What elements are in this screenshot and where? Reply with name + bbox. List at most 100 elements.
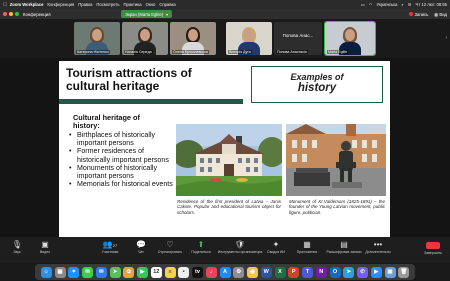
maps-icon[interactable]: ➤: [109, 266, 121, 278]
bullet-list: Birthplaces of historically important pe…: [67, 131, 179, 189]
app-menu[interactable]: Zoom Workplace: [10, 2, 44, 7]
more-icon: •••: [373, 240, 383, 249]
residence-photo: [176, 124, 282, 196]
more-button-label: Дополнительно: [365, 250, 391, 254]
appstore-icon[interactable]: A: [219, 266, 231, 278]
apps-button[interactable]: ▦ Приложения: [290, 240, 324, 254]
participant-face: [345, 29, 355, 41]
meeting-toolbar: 🎙 Звук ▣ Видео 👥27 Участники 💬 Чат ♡ Отр…: [0, 237, 450, 263]
menu-item-view[interactable]: Посмотреть: [96, 2, 119, 7]
monument-caption: Monument of Kr.Valdemars (1825-1891) – t…: [289, 199, 385, 215]
minimize-window-icon[interactable]: [9, 12, 13, 16]
recording-dot-icon: [409, 11, 414, 16]
appletv-icon[interactable]: tv: [192, 266, 203, 278]
participant-tile-active-speaker[interactable]: Marta Eglite: [324, 21, 376, 56]
reminders-icon[interactable]: •: [178, 266, 190, 278]
grid-icon: ▦: [434, 11, 439, 17]
fullscreen-window-icon[interactable]: [15, 12, 19, 16]
section-heading: Cultural heritage of history:: [73, 114, 140, 130]
search-icon[interactable]: ⌕: [401, 2, 403, 7]
apple-menu-icon[interactable]: : [3, 2, 7, 8]
outlook-icon[interactable]: O: [329, 266, 341, 278]
messages-icon[interactable]: ✉: [82, 266, 93, 278]
photos-icon[interactable]: ✿: [123, 266, 135, 278]
safari-icon[interactable]: ✦: [68, 266, 80, 278]
calendar-icon[interactable]: 12: [150, 266, 162, 278]
examples-label: Examples of: [290, 72, 344, 82]
participant-tile[interactable]: Вікторія Дуга: [226, 22, 272, 55]
host-tools-button[interactable]: 🛡 Инструменты организатора: [217, 240, 263, 254]
titlebar-right: Запись ▦ Вид: [409, 9, 447, 19]
close-window-icon[interactable]: [3, 12, 7, 16]
recording-indicator[interactable]: Запись: [409, 11, 428, 17]
launchpad-icon[interactable]: ▦: [54, 266, 66, 278]
participant-tile[interactable]: Катерина Нікітенко: [74, 22, 120, 55]
zoom-icon[interactable]: ▶: [370, 266, 382, 278]
more-button[interactable]: ••• Дополнительно: [360, 240, 396, 254]
video-icon: ▣: [41, 240, 49, 249]
gallery-next-icon[interactable]: ›: [445, 35, 447, 41]
powerpoint-icon[interactable]: P: [288, 266, 300, 278]
notes-icon[interactable]: ≡: [164, 266, 176, 278]
transcript-icon: ▤: [340, 240, 348, 249]
share-screen-button[interactable]: ⬆ Поделиться: [184, 240, 218, 254]
host-tools-icon: 🛡: [234, 240, 246, 249]
clock[interactable]: Чт 12 лют. 08:55: [416, 2, 447, 7]
end-call-icon: [426, 242, 440, 249]
end-meeting-button[interactable]: Завершить: [422, 241, 444, 257]
preview-icon[interactable]: ▣: [384, 266, 396, 278]
finder-icon[interactable]: ☺: [40, 266, 52, 278]
react-icon: ♡: [166, 240, 174, 249]
menu-item-help[interactable]: Справка: [159, 2, 175, 7]
participant-name: Наталія Середа: [124, 50, 153, 54]
dock-area: ☺ ▦ ✦ ✉ ✉ ➤ ✿ ▶ 12 ≡ • tv ♪ A ⚙ ◉ W X P T N O ➤ ✆ ▶ ▣ 🗑: [0, 263, 450, 281]
window-title: Конференция: [23, 11, 51, 17]
window-controls: [3, 12, 19, 16]
control-center-icon[interactable]: ☰: [408, 2, 412, 7]
participant-name: Катерина Нікітенко: [76, 50, 110, 54]
facetime-icon[interactable]: ▶: [137, 266, 148, 278]
menu-item-practice[interactable]: Практика: [124, 2, 142, 7]
dock: ☺ ▦ ✦ ✉ ✉ ➤ ✿ ▶ 12 ≡ • tv ♪ A ⚙ ◉ W X P T N O ➤ ✆ ▶ ▣ 🗑: [35, 264, 415, 280]
video-button[interactable]: ▣ Видео: [28, 240, 62, 254]
teams-icon[interactable]: T: [302, 266, 313, 278]
examples-topic: history: [297, 82, 337, 94]
participant-name: Олена Крохолевська: [172, 50, 209, 54]
menu-bar-status: ▭ ◠ Українська ⌕ ☰ Чт 12 лют. 08:55: [361, 0, 447, 9]
telegram-icon[interactable]: ➤: [343, 266, 355, 278]
trash-icon[interactable]: 🗑: [398, 266, 410, 278]
host-tools-button-label: Инструменты организатора: [217, 250, 263, 254]
mail-icon[interactable]: ✉: [95, 266, 107, 278]
transcript-button[interactable]: ▤ Расшифровка записи: [324, 240, 364, 254]
menu-item-edit[interactable]: Правка: [78, 2, 92, 7]
react-button[interactable]: ♡ Отреагировать: [153, 240, 187, 254]
ai-summary-button[interactable]: ✦ Сводка ИИ: [259, 240, 293, 254]
participants-button[interactable]: 👥27 Участники: [93, 240, 127, 254]
view-button[interactable]: ▦ Вид: [434, 12, 447, 17]
menu-item-conference[interactable]: Конференция: [47, 2, 74, 7]
word-icon[interactable]: W: [260, 266, 272, 278]
settings-icon[interactable]: ⚙: [233, 266, 245, 278]
react-button-label: Отреагировать: [157, 250, 183, 254]
viber-icon[interactable]: ✆: [357, 266, 368, 278]
bullet-item: Memorials for historical events: [67, 180, 179, 188]
menu-item-window[interactable]: Окно: [146, 2, 156, 7]
participants-count: 27: [112, 243, 118, 248]
keyboard-layout[interactable]: Українська: [376, 2, 397, 7]
screen-share-indicator[interactable]: Экран (Marta Eglite) ▾: [121, 10, 173, 18]
share-indicator-label: Экран (Marta Eglite): [125, 11, 164, 17]
wifi-icon[interactable]: ◠: [369, 2, 373, 7]
share-button-label: Поделиться: [191, 250, 211, 254]
examples-box: Examples of history: [251, 66, 383, 103]
onenote-icon[interactable]: N: [315, 266, 327, 278]
end-meeting-label: Завершить: [424, 251, 442, 255]
participant-tile[interactable]: Наталія Середа: [122, 22, 168, 55]
battery-icon[interactable]: ▭: [361, 2, 365, 7]
participant-face: [92, 29, 102, 41]
excel-icon[interactable]: X: [274, 266, 286, 278]
window-titlebar: Конференция Экран (Marta Eglite) ▾ Запис…: [0, 9, 450, 19]
music-icon[interactable]: ♪: [205, 266, 217, 278]
chrome-icon[interactable]: ◉: [247, 266, 258, 278]
participant-tile[interactable]: Попова Анас... Попова Анастасія: [274, 22, 322, 55]
participant-tile[interactable]: Олена Крохолевська: [170, 22, 216, 55]
